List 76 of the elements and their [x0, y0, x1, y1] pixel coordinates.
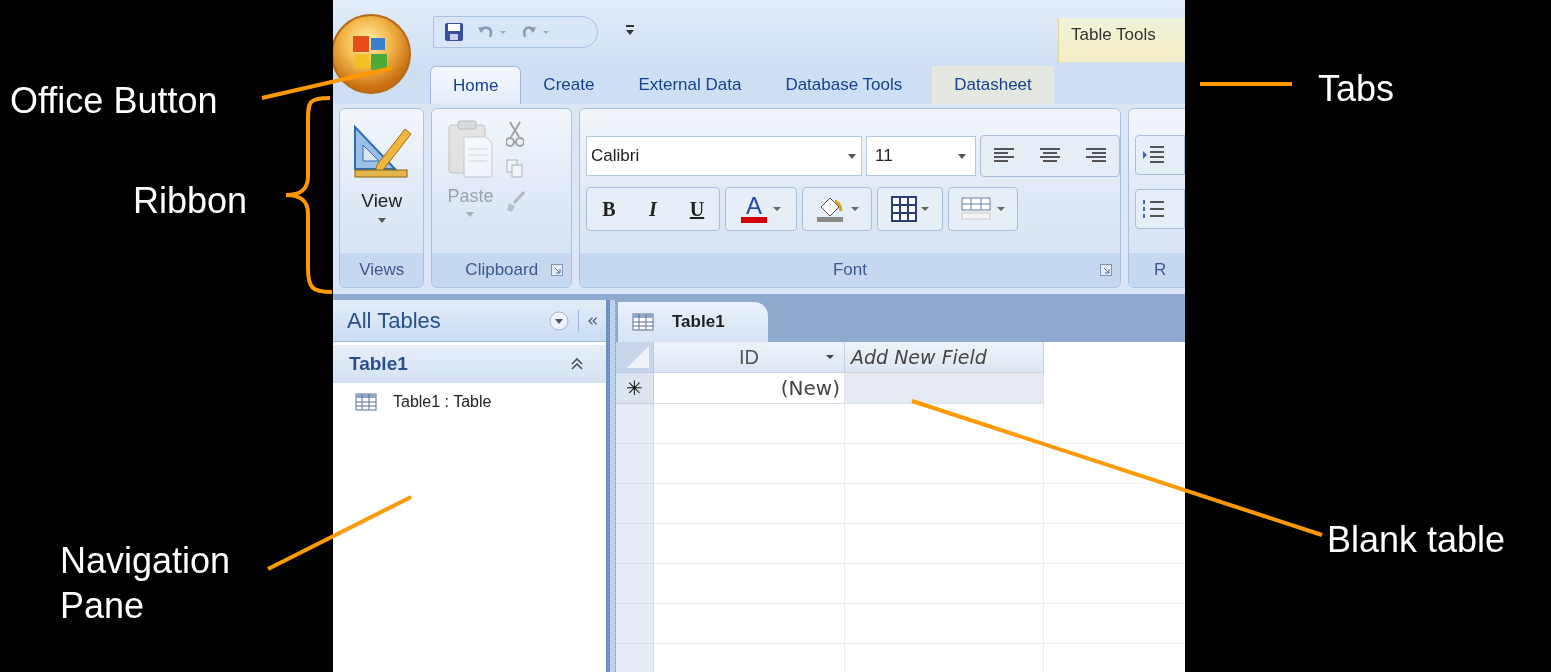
brush-icon[interactable]	[506, 191, 527, 213]
callout-label: Tabs	[1318, 67, 1395, 111]
group-label: R	[1154, 259, 1167, 282]
callout-label: Blank table	[1327, 518, 1506, 562]
dropdown-arrow-icon	[997, 206, 1005, 212]
office-button[interactable]	[333, 12, 413, 96]
table-cell[interactable]	[845, 444, 1044, 484]
table-cell[interactable]	[654, 444, 845, 484]
customize-toolbar-icon[interactable]	[625, 24, 635, 36]
table-icon	[632, 313, 654, 331]
row-selector[interactable]	[616, 444, 654, 484]
group-label: Views	[359, 259, 405, 282]
gridlines-button[interactable]	[877, 187, 943, 231]
table-cell[interactable]	[654, 604, 845, 644]
table-cell[interactable]	[845, 404, 1044, 444]
ribbon-tab[interactable]: External Data	[616, 66, 764, 104]
font-color-button[interactable]: A	[725, 187, 797, 231]
fill-color-button[interactable]	[802, 187, 872, 231]
copy-icon[interactable]	[506, 159, 525, 179]
dropdown-arrow-icon	[773, 206, 781, 212]
ribbon-tab[interactable]: Home	[430, 66, 522, 104]
underline-button[interactable]: U	[675, 188, 719, 230]
view-button[interactable]: View	[350, 121, 413, 224]
dropdown-arrow-icon	[921, 206, 929, 212]
group-label: Clipboard	[465, 259, 539, 282]
dropdown-arrow-icon	[376, 215, 387, 224]
dropdown-arrow-icon	[851, 206, 859, 212]
dialog-launcher-icon[interactable]	[551, 264, 563, 276]
row-selector[interactable]	[616, 524, 654, 564]
document-tab[interactable]: Table1	[618, 302, 768, 342]
ribbon-tab[interactable]: Datasheet	[932, 66, 1054, 104]
indent-icon[interactable]	[1135, 135, 1185, 175]
italic-button[interactable]: I	[631, 188, 675, 230]
alternate-row-color-button[interactable]	[948, 187, 1018, 231]
collapse-chevron-icon	[570, 357, 584, 371]
group-header[interactable]: Table1	[333, 345, 606, 383]
table-icon	[355, 393, 377, 411]
table-rows-icon	[961, 197, 991, 221]
collapse-icon[interactable]	[578, 309, 600, 332]
paint-bucket-icon	[815, 195, 845, 223]
ribbon-tab[interactable]: Create	[521, 66, 617, 104]
font-name-combobox[interactable]: Calibri	[586, 136, 862, 176]
list-icon[interactable]	[1135, 189, 1185, 229]
row-selector[interactable]	[616, 484, 654, 524]
table-cell[interactable]	[654, 564, 845, 604]
font-size-combobox[interactable]: 11	[866, 136, 976, 176]
dropdown-arrow-icon	[465, 210, 476, 218]
table-cell[interactable]	[654, 484, 845, 524]
select-all-corner[interactable]	[616, 342, 654, 373]
contextual-tab-group-label: Table Tools	[1058, 18, 1185, 62]
grid-icon	[891, 196, 917, 222]
group-label: Font	[833, 259, 867, 282]
callout-label: Ribbon	[133, 179, 248, 223]
new-record-marker: ✳	[616, 373, 654, 404]
save-icon[interactable]	[444, 22, 464, 42]
dropdown-arrow-icon[interactable]	[826, 354, 834, 360]
row-selector[interactable]	[616, 404, 654, 444]
dropdown-arrow-icon	[957, 152, 967, 160]
corner-triangle-icon	[627, 346, 649, 368]
column-header[interactable]: Add New Field	[845, 342, 1044, 373]
ribbon-tab[interactable]: Database Tools	[763, 66, 925, 104]
dialog-launcher-icon[interactable]	[1100, 264, 1112, 276]
bold-button[interactable]: B	[587, 188, 631, 230]
row-selector[interactable]	[616, 644, 654, 672]
table-cell[interactable]	[654, 404, 845, 444]
dropdown-arrow-icon	[847, 152, 857, 160]
row-selector[interactable]	[616, 604, 654, 644]
row-selector[interactable]	[616, 564, 654, 604]
nav-item[interactable]: Table1 : Table	[393, 390, 492, 414]
callout-label: Office Button	[10, 79, 218, 123]
table-cell[interactable]	[845, 373, 1044, 404]
column-header[interactable]: ID	[654, 342, 845, 373]
clipboard-icon	[446, 119, 495, 181]
scissors-icon[interactable]	[506, 121, 525, 147]
table-cell[interactable]	[654, 524, 845, 564]
callout-label: Navigation Pane	[60, 539, 232, 628]
